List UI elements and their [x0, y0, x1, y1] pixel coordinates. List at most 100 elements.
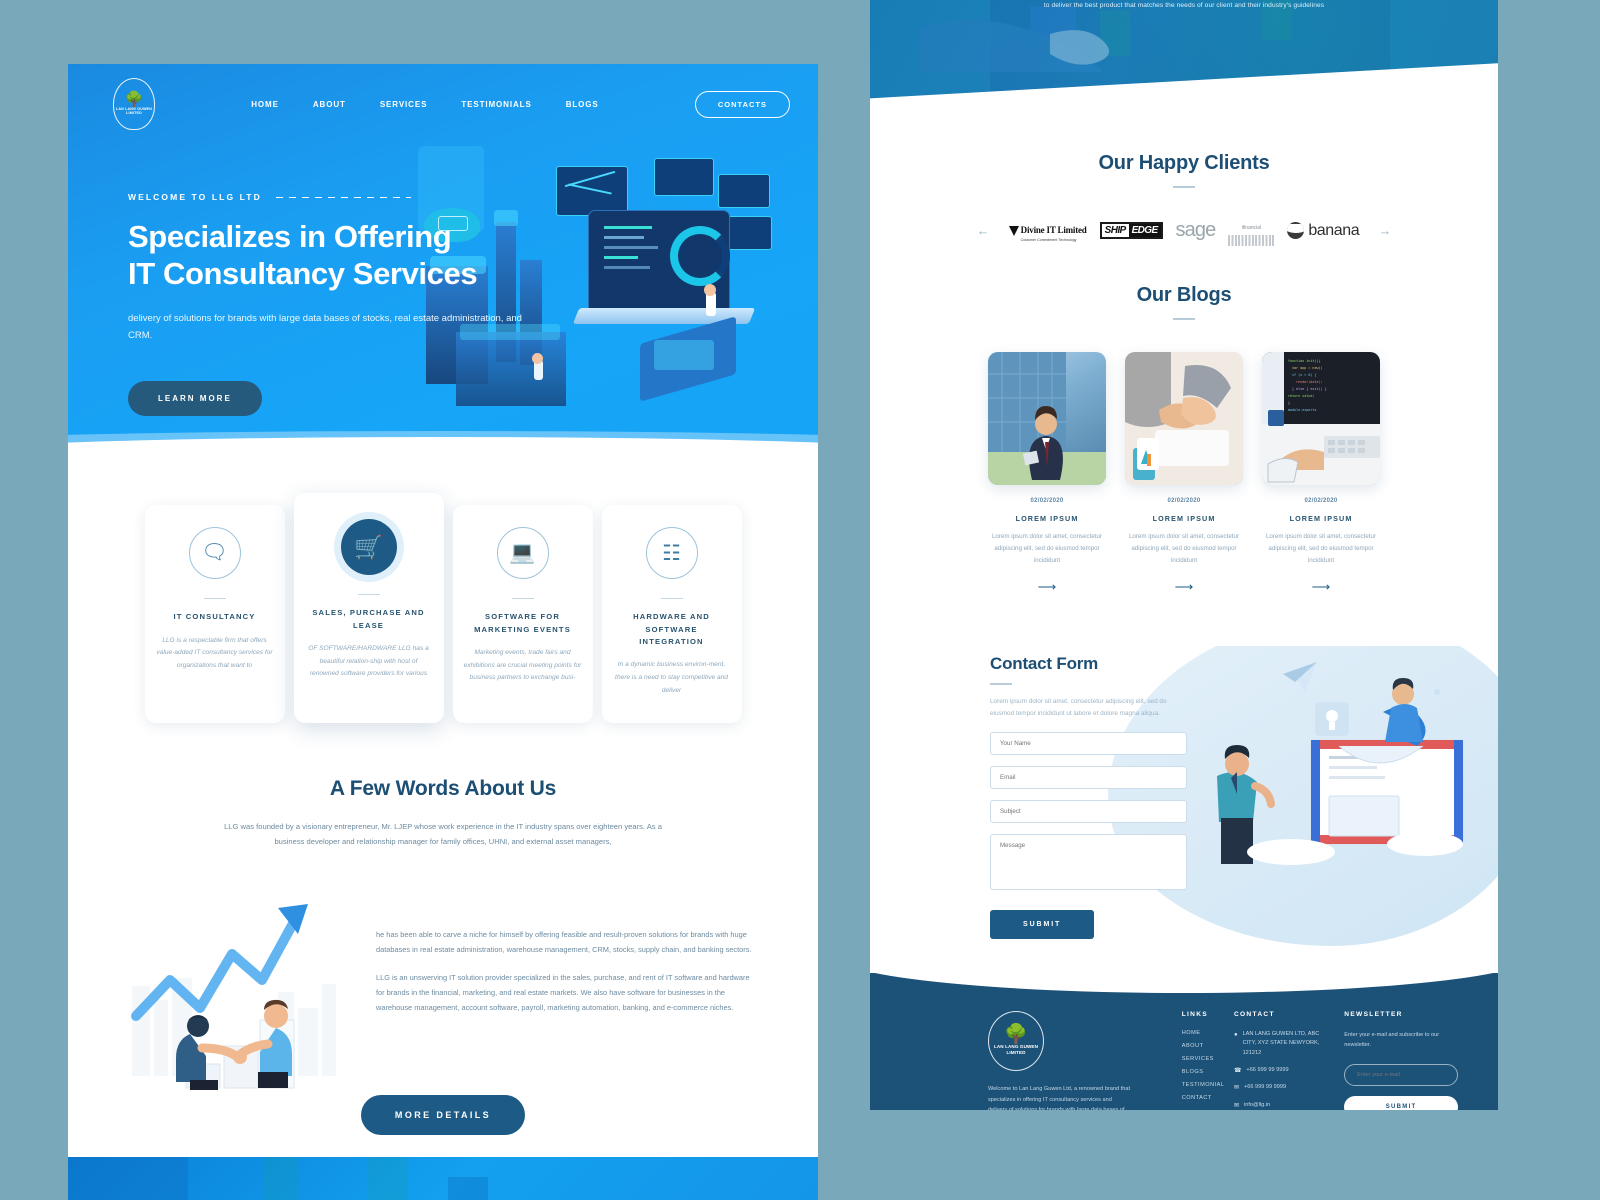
nav-item-home[interactable]: HOME — [251, 100, 279, 109]
email-field[interactable] — [990, 765, 1187, 789]
about-body: he has been able to carve a niche for hi… — [68, 868, 818, 1093]
hero-eyebrow-row: WELCOME TO LLG LTD — [128, 192, 548, 202]
footer-phone-text: +66 999 99 9999 — [1246, 1066, 1289, 1073]
contact-form-description: Lorem ipsum dolor sit amet, consectetur … — [990, 697, 1167, 718]
blog-title: LOREM IPSUM — [1289, 513, 1353, 523]
phone-icon: ☎ — [1233, 1067, 1242, 1074]
more-details-wrap: MORE DETAILS — [68, 1094, 818, 1135]
brand-logo[interactable]: 🌳 LAN LANG GUWEN LIMITED — [113, 78, 155, 130]
banana-logo[interactable]: banana — [1287, 218, 1360, 244]
footer-link-testimonial[interactable]: TESTIMONIAL — [1182, 1082, 1234, 1088]
service-card-it-consultancy[interactable]: 🗨 IT CONSULTANCY LLG is a respectable fi… — [144, 505, 285, 724]
client-logo-tagline: Customer Commitment Technology — [1020, 237, 1077, 242]
client-logo-title: Divine IT Limited — [1020, 224, 1087, 235]
blog-description: Lorem ipsum dolor sit amet, consectetur … — [1128, 532, 1240, 564]
subject-field[interactable] — [990, 799, 1187, 823]
footer-contact-column: CONTACT ● LAN LANG GUWEN LTD, ABC CITY, … — [1234, 1011, 1322, 1110]
blog-date: 02/02/2020 — [1167, 497, 1201, 504]
blog-title: LOREM IPSUM — [1152, 513, 1216, 523]
divider — [357, 594, 380, 596]
client-logo-title: banana — [1308, 221, 1360, 239]
nav-item-blogs[interactable]: BLOGS — [566, 100, 599, 109]
footer-brand-logo[interactable]: 🌳 LAN LANG GUWEN LIMITED — [988, 1010, 1044, 1071]
ifinancial-logo[interactable]: ifinancial — [1228, 218, 1275, 246]
newsletter-email-input[interactable] — [1344, 1063, 1458, 1086]
banana-mark-icon — [1287, 222, 1305, 240]
divider — [660, 598, 683, 600]
blog-read-more-arrow[interactable]: ⟶ — [1032, 579, 1063, 594]
contact-submit-button[interactable]: SUBMIT — [990, 909, 1095, 939]
footer-link-home[interactable]: HOME — [1182, 1030, 1234, 1036]
contacts-button[interactable]: CONTACTS — [694, 90, 790, 118]
hero-subtitle: delivery of solutions for brands with la… — [128, 313, 522, 341]
contact-form-title: Contact Form — [990, 653, 1099, 673]
blog-card[interactable]: 02/02/2020 LOREM IPSUM Lorem ipsum dolor… — [1125, 351, 1243, 594]
service-card-software-marketing-events[interactable]: 💻 SOFTWARE FOR MARKETING EVENTS Marketin… — [452, 505, 593, 724]
more-details-button[interactable]: MORE DETAILS — [360, 1094, 526, 1135]
hero-wave-front — [68, 437, 818, 469]
client-logo-part1: SHIP — [1101, 224, 1129, 238]
message-field[interactable] — [990, 833, 1187, 890]
about-lead: LLG was founded by a visionary entrepren… — [224, 822, 662, 847]
hero-eyebrow: WELCOME TO LLG LTD — [128, 192, 262, 202]
sage-logo[interactable]: sage — [1175, 218, 1217, 244]
location-pin-icon: ● — [1233, 1031, 1238, 1038]
nav-item-services[interactable]: SERVICES — [380, 100, 428, 109]
footer-link-contact[interactable]: CONTACT — [1182, 1095, 1234, 1101]
svg-text:return value;: return value; — [1288, 394, 1315, 398]
name-field[interactable] — [990, 731, 1187, 755]
blog-card[interactable]: function init(){ var app = new() if (x >… — [1262, 351, 1380, 594]
footer-email[interactable]: ✉ info@llg.in — [1234, 1101, 1322, 1110]
divider — [1173, 317, 1195, 320]
nav-item-about[interactable]: ABOUT — [313, 100, 346, 109]
divine-it-limited-logo[interactable]: Divine IT Limited Customer Commitment Te… — [1008, 218, 1087, 244]
footer-link-about[interactable]: ABOUT — [1182, 1043, 1234, 1049]
hero-title-line1: Specializes in Offering — [128, 219, 452, 254]
divider — [1173, 186, 1195, 188]
right-page-mockup: to deliver the best product that matches… — [870, 0, 1498, 1110]
footer-address-text: LAN LANG GUWEN LTD, ABC CITY, XYZ STATE … — [1242, 1030, 1320, 1057]
svg-text:}: } — [1288, 401, 1290, 405]
blog-description: Lorem ipsum dolor sit amet, consectetur … — [1265, 532, 1377, 564]
blog-image-handshake — [1125, 351, 1243, 485]
footer-email-text: info@llg.in — [1243, 1101, 1271, 1108]
blogs-title: Our Blogs — [1136, 283, 1232, 306]
right-top-banner: to deliver the best product that matches… — [870, 0, 1498, 118]
clients-title: Our Happy Clients — [1098, 152, 1270, 174]
clients-prev-arrow[interactable]: ← — [971, 223, 996, 238]
newsletter-submit-button[interactable]: SUBMIT — [1344, 1095, 1458, 1110]
nav-item-testimonials[interactable]: TESTIMONIALS — [461, 100, 531, 109]
learn-more-button[interactable]: LEARN MORE — [128, 380, 262, 416]
footer-link-services[interactable]: SERVICES — [1182, 1056, 1234, 1062]
service-description: Marketing events, trade fairs and exhibi… — [463, 648, 582, 682]
mail-icon: ✉ — [1233, 1102, 1239, 1109]
footer-fax[interactable]: ✉ +66 999 99 9999 — [1234, 1083, 1322, 1094]
bars-mark-icon — [1228, 234, 1275, 246]
blog-read-more-arrow[interactable]: ⟶ — [1306, 579, 1337, 594]
divider — [511, 598, 534, 600]
service-card-hardware-software-integration[interactable]: ☷ HARDWARE AND SOFTWARE INTEGRATION In a… — [601, 505, 742, 724]
footer-newsletter-heading: NEWSLETTER — [1344, 1010, 1403, 1018]
service-card-sales-purchase-lease[interactable]: 🛒 SALES, PURCHASE AND LEASE OF SOFTWARE/… — [293, 493, 444, 724]
about-paragraph-2: LLG is an unswerving IT solution provide… — [376, 972, 750, 1012]
footer-link-blogs[interactable]: BLOGS — [1182, 1069, 1234, 1075]
footer-phone[interactable]: ☎ +66 999 99 9999 — [1234, 1066, 1322, 1077]
shipedge-logo[interactable]: SHIP EDGE — [1099, 218, 1163, 244]
clients-next-arrow[interactable]: → — [1372, 223, 1397, 238]
client-logo-title: sage — [1175, 219, 1217, 242]
service-description: In a dynamic business environ-ment, ther… — [615, 660, 728, 694]
footer-brand-text: Welcome to Lan Lang Guwen Ltd, a renowne… — [988, 1085, 1131, 1110]
blog-date: 02/02/2020 — [1030, 497, 1064, 504]
svg-text:function init(){: function init(){ — [1288, 359, 1321, 363]
dashed-rule — [275, 196, 411, 198]
nav-links: HOME ABOUT SERVICES TESTIMONIALS BLOGS — [251, 100, 598, 109]
blog-read-more-arrow[interactable]: ⟶ — [1169, 579, 1200, 594]
contact-form: Contact Form Lorem ipsum dolor sit amet,… — [990, 646, 1187, 939]
blog-card[interactable]: 02/02/2020 LOREM IPSUM Lorem ipsum dolor… — [988, 351, 1106, 594]
blogs-section: Our Blogs 02/02/2020 LOREM IPSUM Lorem i… — [870, 244, 1498, 594]
growth-handshake-illustration — [128, 868, 358, 1093]
top-navigation: 🌳 LAN LANG GUWEN LIMITED HOME ABOUT SERV… — [68, 64, 818, 130]
service-description: OF SOFTWARE/HARDWARE LLG has a beautiful… — [308, 644, 429, 678]
footer-brand-line2: LIMITED — [1006, 1050, 1026, 1056]
blog-title: LOREM IPSUM — [1015, 513, 1079, 523]
